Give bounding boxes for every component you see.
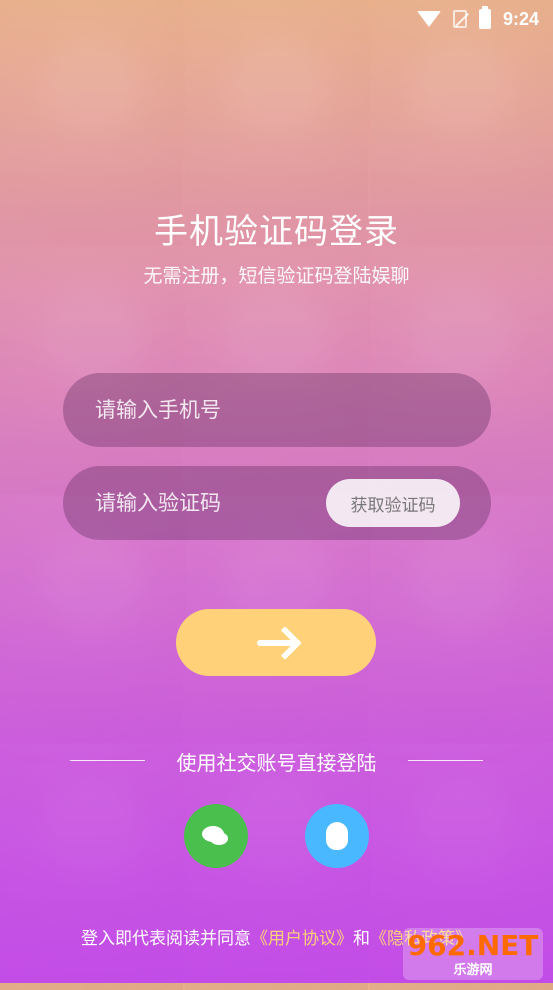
phone-input[interactable]: [93, 397, 491, 423]
terms-text: 登入即代表阅读并同意: [81, 929, 251, 949]
wechat-icon-small-bubble: [210, 832, 228, 845]
watermark-text: 962.NET: [407, 928, 539, 962]
page-title: 手机验证码登录: [154, 212, 399, 252]
divider-line-right: [408, 760, 483, 761]
login-submit-button[interactable]: [176, 609, 376, 676]
phone-field[interactable]: [63, 373, 491, 447]
social-login-label: 使用社交账号直接登陆: [176, 751, 377, 775]
status-bar: 9:24: [0, 0, 553, 38]
get-code-button[interactable]: 获取验证码: [326, 479, 460, 527]
wifi-icon: [416, 11, 441, 27]
terms-and-text: 和: [353, 929, 370, 949]
arrow-right-icon: [257, 639, 295, 646]
user-agreement-link[interactable]: 《用户协议》: [251, 929, 353, 949]
wechat-login-button[interactable]: [184, 804, 248, 868]
status-time: 9:24: [502, 8, 539, 29]
qq-penguin-icon: [326, 822, 348, 850]
social-login-divider: 使用社交账号直接登陆: [0, 745, 553, 775]
qq-login-button[interactable]: [305, 804, 369, 868]
code-field[interactable]: 获取验证码: [63, 466, 491, 540]
no-sim-icon: [452, 10, 467, 28]
login-screen: 手机验证码登录 无需注册，短信验证码登陆娱聊 获取验证码 使用社交账号直接登陆 …: [0, 0, 553, 983]
battery-icon: [478, 6, 491, 29]
watermark-subtext: 乐游网: [453, 962, 493, 978]
social-login-icons: [184, 804, 369, 868]
site-watermark-logo: 962.NET 乐游网: [403, 928, 543, 980]
page-subtitle: 无需注册，短信验证码登陆娱聊: [143, 265, 410, 287]
